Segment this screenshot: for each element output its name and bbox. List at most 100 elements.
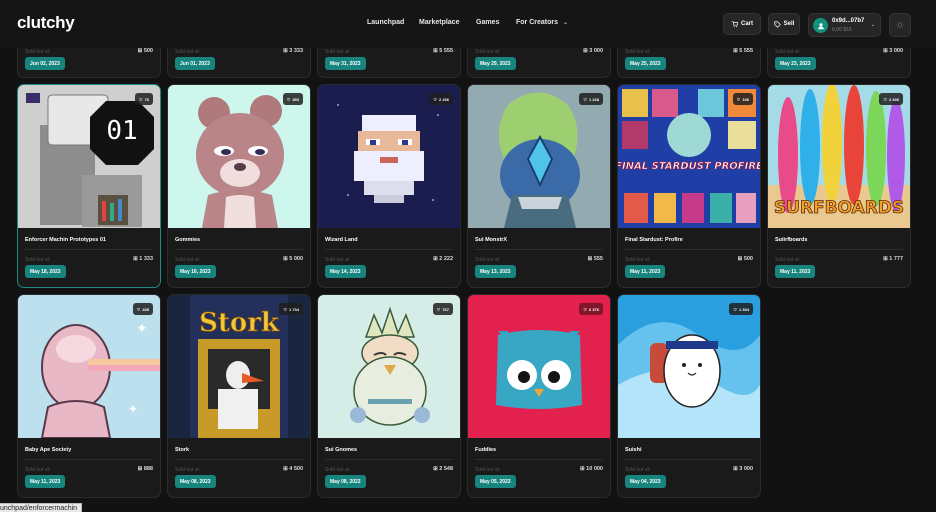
- grid-icon: ⊞: [433, 466, 438, 472]
- like-badge[interactable]: ♡ 6 376: [579, 303, 603, 315]
- like-badge[interactable]: ♡ 1 734: [279, 303, 303, 315]
- grid-icon: ⊞: [433, 48, 438, 54]
- like-badge[interactable]: ♡ 76: [134, 93, 153, 105]
- like-badge[interactable]: ♡ 2 236: [429, 93, 453, 105]
- art-text-surfboards: SURFBOARDS: [774, 198, 904, 218]
- sold-out-date-badge: May 11, 2023: [775, 265, 816, 278]
- supply-value: 10 000: [586, 466, 603, 472]
- supply-count: ⊞ 888: [138, 466, 153, 472]
- user-icon: [817, 22, 824, 29]
- like-badge[interactable]: ♡ 2 346: [879, 93, 903, 105]
- heart-icon: ♡: [436, 306, 441, 312]
- divider: [775, 249, 903, 250]
- like-count: 76: [144, 96, 149, 102]
- supply-count: ⊞ 555: [588, 256, 603, 262]
- divider: [25, 249, 153, 250]
- sold-out-label: Sold out at:: [475, 49, 501, 55]
- sold-out-date-badge: May 13, 2023: [475, 265, 516, 278]
- sell-label: Sell: [783, 21, 795, 27]
- like-count: 6 376: [588, 306, 599, 312]
- sun-icon: [896, 21, 904, 29]
- supply-count: ⊞ 2 222: [433, 256, 453, 262]
- collection-name: Final Stardust: Profire: [625, 237, 683, 243]
- sold-out-label: Sold out at:: [325, 467, 351, 473]
- grid-icon: ⊞: [733, 466, 738, 472]
- supply-count: ⊞ 1 333: [133, 256, 153, 262]
- like-count: 1 734: [288, 306, 299, 312]
- wallet-avatar: [813, 18, 828, 33]
- like-badge[interactable]: ♡ 1 334: [729, 303, 753, 315]
- sold-out-date-badge: May 08, 2023: [175, 475, 216, 488]
- theme-toggle-button[interactable]: [889, 13, 911, 37]
- nav-for-creators[interactable]: For Creators ⌄: [516, 19, 568, 26]
- like-count: 2 346: [888, 96, 899, 102]
- sold-out-label: Sold out at:: [325, 257, 351, 263]
- svg-text:✦: ✦: [136, 320, 148, 336]
- grid-icon: ⊞: [883, 256, 888, 262]
- divider: [25, 459, 153, 460]
- sold-out-date-badge: May 31, 2023: [325, 57, 366, 70]
- like-badge[interactable]: ♡ 767: [432, 303, 453, 315]
- heart-icon: ♡: [283, 306, 287, 312]
- collection-art: [318, 295, 460, 438]
- supply-value: 500: [143, 48, 153, 54]
- collection-card-baby-ape-society[interactable]: ✦ ✦ ♡ 435 Baby Ape Society Sold out at: ⊞…: [17, 294, 161, 498]
- collection-card-gommies[interactable]: ♡ 393 Gommies Sold out at: ⊞ 5 000 May 16…: [167, 84, 311, 288]
- nav-marketplace[interactable]: Marketplace: [419, 19, 459, 26]
- sold-out-date-badge: May 18, 2023: [25, 265, 66, 278]
- grid-icon: ⊞: [433, 256, 438, 262]
- sold-out-date-badge: May 25, 2023: [625, 57, 666, 70]
- supply-value: 3 333: [289, 48, 303, 54]
- like-badge[interactable]: ♡ 106: [732, 93, 753, 105]
- tag-icon: [774, 20, 781, 28]
- like-count: 435: [142, 306, 149, 312]
- collection-card-sui-monstrx[interactable]: ♡ 1 228 Sui MonstrX Sold out at: ⊞ 555 Ma…: [467, 84, 611, 288]
- grid-icon: ⊞: [283, 48, 288, 54]
- nav-for-creators-label: For Creators: [516, 19, 559, 26]
- supply-value: 3 000: [739, 466, 753, 472]
- like-count: 767: [442, 306, 449, 312]
- sold-out-date-badge: May 23, 2023: [775, 57, 816, 70]
- collection-card-suishi[interactable]: ♡ 1 334 Suishi Sold out at: ⊞ 3 000 May 0…: [617, 294, 761, 498]
- like-badge[interactable]: ♡ 1 228: [579, 93, 603, 105]
- divider: [475, 249, 603, 250]
- nav-games[interactable]: Games: [476, 19, 499, 26]
- sold-out-label: Sold out at:: [175, 49, 201, 55]
- like-badge[interactable]: ♡ 393: [282, 93, 303, 105]
- collection-name: Baby Ape Society: [25, 447, 72, 453]
- heart-icon: ♡: [736, 96, 741, 102]
- wallet-balance: 0.00 SUI: [832, 27, 852, 33]
- sold-out-label: Sold out at:: [475, 257, 501, 263]
- collection-card-stork[interactable]: Stork ♡ 1 734 Stork Sold out at: ⊞ 4 500 …: [167, 294, 311, 498]
- grid-icon: ⊞: [137, 48, 143, 54]
- clutchy-logo[interactable]: clutchy: [17, 13, 75, 33]
- divider: [175, 249, 303, 250]
- sold-out-label: Sold out at:: [625, 49, 651, 55]
- supply-count: ⊞ 500: [738, 256, 753, 262]
- wallet-button[interactable]: 0x9d...07b7 0.00 SUI ⌄: [808, 13, 881, 37]
- art-text-stork: Stork: [199, 308, 280, 338]
- collection-card-wizard-land[interactable]: ♡ 2 236 Wizard Land Sold out at: ⊞ 2 222 …: [317, 84, 461, 288]
- collection-art: [618, 295, 760, 438]
- supply-value: 888: [143, 466, 153, 472]
- collection-card-fuddies[interactable]: ♡ 6 376 Fuddies Sold out at: ⊞ 10 000 May…: [467, 294, 611, 498]
- supply-value: 2 548: [439, 466, 453, 472]
- supply-value: 5 000: [289, 256, 303, 262]
- collection-card-final-stardust[interactable]: FINAL STARDUST PROFIRE ♡ 106 Final Stardu…: [617, 84, 761, 288]
- supply-count: ⊞ 4 500: [283, 466, 303, 472]
- supply-count: ⊞ 3 000: [583, 48, 603, 54]
- like-badge[interactable]: ♡ 435: [132, 303, 153, 315]
- sold-out-label: Sold out at:: [25, 257, 51, 263]
- supply-count: ⊞ 3 000: [733, 466, 753, 472]
- collection-name: Sui Gnomes: [325, 447, 358, 453]
- collection-card-suiirfboards[interactable]: SURFBOARDS ♡ 2 346 Suiirfboards Sold out …: [767, 84, 911, 288]
- like-count: 106: [742, 96, 749, 102]
- collection-card-sui-gnomes[interactable]: ♡ 767 Sui Gnomes Sold out at: ⊞ 2 548 May…: [317, 294, 461, 498]
- sold-out-date-badge: Jun 02, 2023: [25, 57, 65, 70]
- supply-value: 5 555: [739, 48, 753, 54]
- cart-button[interactable]: Cart: [723, 13, 761, 35]
- collection-card-enforcer-machin[interactable]: 01 ♡ 76 Enforcer Machin Prototypes 01 Sol…: [17, 84, 161, 288]
- sell-button[interactable]: Sell: [768, 13, 800, 35]
- sold-out-label: Sold out at:: [775, 257, 801, 263]
- nav-launchpad[interactable]: Launchpad: [367, 19, 404, 26]
